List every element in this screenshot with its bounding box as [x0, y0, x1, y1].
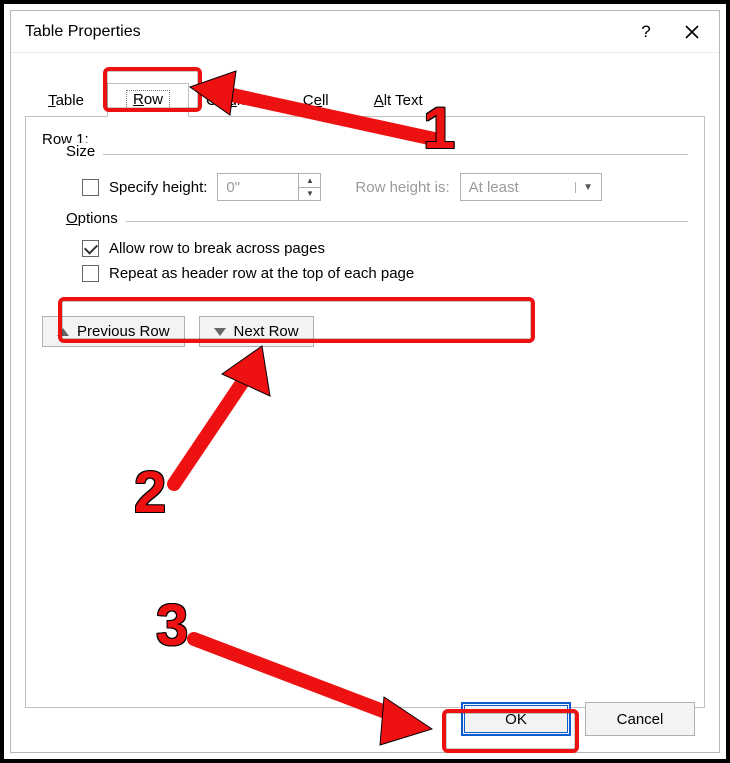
checkbox-allow-break[interactable] [82, 240, 99, 257]
previous-row-label: Previous Row [77, 323, 170, 340]
help-button[interactable]: ? [623, 11, 669, 53]
checkbox-specify-height[interactable] [82, 179, 99, 196]
specify-height-label: Specify height: [109, 179, 207, 196]
options-legend: Options [64, 210, 126, 227]
spinner-down-icon[interactable]: ▼ [299, 188, 320, 201]
row-indicator: Row 1: [42, 131, 688, 148]
close-icon [685, 25, 699, 39]
tab-row-rest: ow [144, 91, 163, 108]
ok-button[interactable]: OK [461, 702, 571, 736]
cancel-label: Cancel [617, 711, 664, 728]
tab-table[interactable]: Table [25, 85, 107, 117]
title-bar: Table Properties ? [11, 11, 719, 53]
tab-page-row: Row 1: Size Specify height: ▲ ▼ [25, 116, 705, 708]
close-button[interactable] [669, 11, 715, 53]
allow-break-label: Allow row to break across pages [109, 240, 325, 257]
triangle-up-icon [57, 328, 69, 336]
tab-row[interactable]: Row [107, 83, 189, 117]
triangle-down-icon [214, 328, 226, 336]
repeat-header-label: Repeat as header row at the top of each … [109, 265, 414, 282]
tab-table-rest: able [56, 92, 84, 109]
size-legend: Size [64, 143, 103, 160]
row-height-mode-value: At least [461, 179, 575, 196]
cancel-button[interactable]: Cancel [585, 702, 695, 736]
chevron-down-icon: ▼ [575, 182, 601, 193]
tab-column[interactable]: Column [189, 85, 275, 117]
group-size: Size Specify height: ▲ ▼ Row height [64, 154, 688, 213]
tab-alttext[interactable]: Alt Text [357, 85, 440, 117]
tab-cell[interactable]: Cell [275, 85, 357, 117]
row-height-mode-select[interactable]: At least ▼ [460, 173, 602, 201]
dialog-table-properties: Table Properties ? Table Row Column Cell [10, 10, 720, 753]
next-row-label: Next Row [234, 323, 299, 340]
previous-row-button[interactable]: Previous Row [42, 316, 185, 347]
ok-label: OK [505, 711, 527, 728]
row-height-is-label: Row height is: [355, 179, 449, 196]
window-title: Table Properties [25, 23, 623, 41]
group-options: Options Allow row to break across pages … [64, 221, 688, 294]
height-input[interactable] [218, 174, 298, 200]
spinner-up-icon[interactable]: ▲ [299, 174, 320, 188]
next-row-button[interactable]: Next Row [199, 316, 314, 347]
checkbox-repeat-header[interactable] [82, 265, 99, 282]
spinner-buttons[interactable]: ▲ ▼ [298, 174, 320, 200]
tab-bar: Table Row Column Cell Alt Text [25, 81, 719, 117]
height-spinner[interactable]: ▲ ▼ [217, 173, 321, 201]
dialog-footer: OK Cancel [461, 702, 695, 736]
